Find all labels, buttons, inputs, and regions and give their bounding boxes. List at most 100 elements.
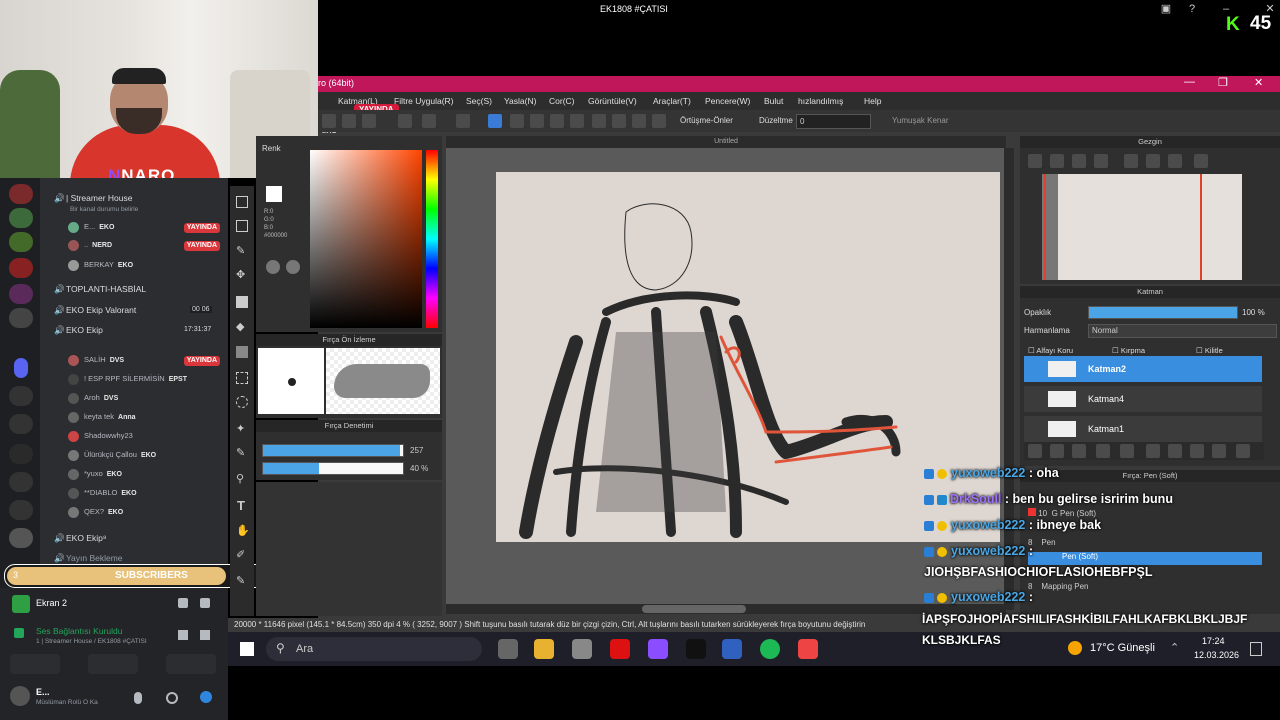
navigator-view[interactable] [1042,174,1242,280]
brush-item[interactable]: 8 Mapping Pen [1028,582,1264,594]
palette-icon[interactable] [266,260,280,274]
app-icon[interactable] [722,639,742,659]
layer-opacity-slider[interactable] [1088,306,1238,319]
brush-item-selected[interactable]: Pen (Soft) [1028,552,1262,565]
vertical-scrollbar[interactable] [1004,148,1014,610]
move-tool-icon[interactable]: ✥ [236,268,248,281]
screen-icon[interactable]: ▣ [1160,3,1172,15]
rect-tool-icon[interactable] [236,220,248,232]
weather-text[interactable]: 17°C Güneşli [1090,642,1155,654]
voice-user[interactable]: Shadowwhy23 [68,428,133,444]
restore-icon[interactable]: ❐ [1218,76,1228,89]
blend-select[interactable]: Normal [1088,324,1277,338]
trash-icon[interactable] [1236,444,1250,458]
scroll-thumb[interactable] [642,605,746,613]
server-icon[interactable] [9,284,33,304]
server-icon[interactable] [9,386,33,406]
layer-menu-icon[interactable] [1096,444,1110,458]
zoom-in-icon[interactable] [1050,154,1064,168]
stabilizer-select[interactable]: 0 [796,114,871,129]
eyedropper-icon[interactable]: ⚲ [236,472,248,485]
menu-goruntule[interactable]: Görüntüle(V) [588,96,637,106]
voice-user[interactable]: keyta tek Anna [68,409,136,425]
drawing-paper[interactable] [496,172,1000,542]
layer-row-katman2[interactable]: Katman2 [1024,356,1262,382]
flip-icon[interactable] [1146,154,1160,168]
chrome-icon[interactable] [798,639,818,659]
fill-rect-icon[interactable] [236,296,248,308]
clock-date[interactable]: 12.03.2026 [1194,650,1239,660]
voice-user[interactable]: Aroh DVS [68,390,118,406]
snap-off-icon[interactable] [488,114,502,128]
brush-item[interactable]: 8 Pen [1028,538,1264,550]
undo-icon[interactable] [398,114,412,128]
menu-icon[interactable] [322,114,336,128]
menu-hizlandirilmis[interactable]: hızlandılmış [798,96,843,106]
zoom-in-icon[interactable] [1028,154,1042,168]
alpha-lock-checkbox[interactable]: ☐ Alfayı Koru [1028,346,1073,355]
snap-curve-icon[interactable] [612,114,626,128]
folder-icon[interactable] [1120,444,1134,458]
headphone-icon[interactable] [166,692,178,704]
server-icon[interactable] [9,472,33,492]
gear-icon[interactable] [652,114,666,128]
file-explorer-icon[interactable] [534,639,554,659]
snap-radial-icon[interactable] [550,114,564,128]
clear-icon[interactable] [1168,444,1182,458]
app-icon[interactable] [648,639,668,659]
antialias-checkbox-label[interactable]: Örtüşme-Önler [680,116,733,125]
fullscreen-icon[interactable] [178,598,188,608]
camera-button[interactable] [10,654,60,674]
brush-tool-icon[interactable]: ✎ [236,574,248,587]
popout-icon[interactable] [200,598,210,608]
rotate-icon[interactable] [1124,154,1138,168]
soundboard-button[interactable] [166,654,216,674]
voice-user[interactable]: E... EKO [68,219,114,235]
avatar[interactable] [10,686,30,706]
snap-grid-icon[interactable] [530,114,544,128]
chevron-up-icon[interactable]: ⌃ [1170,641,1179,654]
noise-icon[interactable] [178,630,188,640]
voice-channel-eko-ekip[interactable]: 🔊EKO Ekip [54,322,103,338]
voice-user[interactable]: *yuxo EKO [68,466,122,482]
merge-icon[interactable] [1146,444,1160,458]
select-icon[interactable] [456,114,470,128]
server-icon[interactable] [9,500,33,520]
search-box[interactable]: ⚲ Ara [266,637,482,661]
primary-color-swatch[interactable] [266,186,282,202]
server-icon[interactable] [9,414,33,434]
server-icon[interactable] [9,208,33,228]
redo-icon[interactable] [422,114,436,128]
copy-layer-icon[interactable] [1072,444,1086,458]
layer-row-katman1[interactable]: Katman1 [1024,416,1262,442]
lasso-tool-icon[interactable] [236,396,248,408]
select-tool-icon[interactable] [236,196,248,208]
menu-help[interactable]: Help [864,96,881,106]
menu-cor[interactable]: Cor(C) [549,96,575,106]
color-square[interactable] [310,150,422,328]
brush-size-slider[interactable] [262,444,404,457]
layer-row-katman4[interactable]: Katman4 [1024,386,1262,412]
help-icon[interactable]: ? [1186,3,1198,15]
voice-user[interactable]: Ülürükçü Çallou EKO [68,447,156,463]
text-tool-icon[interactable]: T [237,498,249,513]
menu-yasla[interactable]: Yasla(N) [504,96,536,106]
mask-icon[interactable] [1212,444,1226,458]
gear-icon[interactable] [200,691,212,703]
new-layer-icon[interactable] [1050,444,1064,458]
disconnect-icon[interactable] [200,630,210,640]
marquee-tool-icon[interactable] [236,372,248,384]
voice-user[interactable]: ! ESP RPF SİLERMİSİN EPST [68,371,187,387]
voice-user[interactable]: SALİH DVS [68,352,124,368]
hand-tool-icon[interactable]: ✋ [236,524,250,537]
dropper-tool-icon[interactable]: ✐ [236,548,248,561]
voice-user[interactable]: .. NERD [68,237,112,253]
pen-tool-icon[interactable]: ✎ [236,244,248,257]
snap-parallel-icon[interactable] [510,114,524,128]
grid-icon[interactable] [342,114,356,128]
reset-icon[interactable] [1168,154,1182,168]
spotify-icon[interactable] [760,639,780,659]
clock-time[interactable]: 17:24 [1202,636,1225,646]
server-icon[interactable] [9,258,33,278]
lock-checkbox[interactable]: ☐ Kilitle [1196,346,1223,355]
